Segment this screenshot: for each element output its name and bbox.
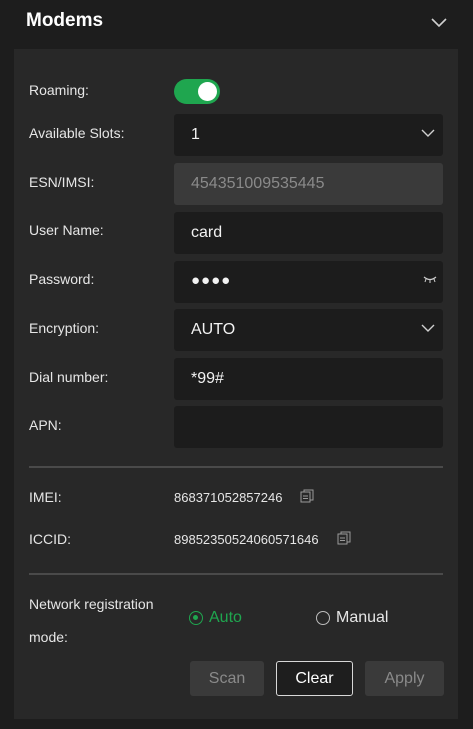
password-label: Password: <box>29 271 95 287</box>
apply-button[interactable]: Apply <box>365 661 444 696</box>
esn-field: 454351009535445 <box>174 163 443 205</box>
password-input[interactable]: ●●●● <box>174 261 443 303</box>
dial-label: Dial number: <box>29 369 109 385</box>
copy-icon[interactable] <box>337 531 351 545</box>
slots-label: Available Slots: <box>29 125 125 141</box>
radio-manual-circle <box>316 611 330 625</box>
clear-button[interactable]: Clear <box>276 661 353 696</box>
chevron-down-icon <box>421 324 435 332</box>
username-input[interactable]: card <box>174 212 443 254</box>
dial-value: *99# <box>191 370 224 387</box>
modems-panel: Modems Roaming: Available Slots: 1 ESN/I… <box>0 0 473 729</box>
dial-input[interactable]: *99# <box>174 358 443 400</box>
slots-select[interactable]: 1 <box>174 114 443 156</box>
registration-label-line1: Network registration <box>29 596 154 612</box>
radio-manual[interactable]: Manual <box>316 609 388 627</box>
encryption-value: AUTO <box>191 321 236 338</box>
apn-input[interactable] <box>174 406 443 448</box>
username-label: User Name: <box>29 222 104 238</box>
iccid-value: 89852350524060571646 <box>174 532 319 547</box>
section-title: Modems <box>26 10 104 31</box>
encryption-select[interactable]: AUTO <box>174 309 443 351</box>
encryption-label: Encryption: <box>29 320 100 336</box>
registration-label-line2: mode: <box>29 629 68 645</box>
password-value: ●●●● <box>191 272 232 289</box>
toggle-knob <box>198 82 217 101</box>
roaming-label: Roaming: <box>29 82 89 98</box>
slots-value: 1 <box>191 126 200 143</box>
imei-label: IMEI: <box>29 489 62 505</box>
esn-value: 454351009535445 <box>191 175 325 192</box>
chevron-down-icon <box>421 129 435 137</box>
copy-icon[interactable] <box>300 489 314 503</box>
iccid-label: ICCID: <box>29 531 71 547</box>
eye-closed-icon[interactable] <box>423 274 437 284</box>
username-value: card <box>191 224 223 241</box>
radio-auto-label: Auto <box>209 609 242 626</box>
apn-label: APN: <box>29 417 62 433</box>
divider <box>29 466 443 468</box>
chevron-down-icon[interactable] <box>430 15 448 29</box>
radio-manual-label: Manual <box>336 609 389 626</box>
roaming-toggle[interactable] <box>174 79 220 104</box>
esn-label: ESN/IMSI: <box>29 174 95 190</box>
radio-auto-circle <box>189 611 203 625</box>
section-header[interactable]: Modems <box>0 0 473 46</box>
divider <box>29 573 443 575</box>
scan-button[interactable]: Scan <box>190 661 264 696</box>
imei-value: 868371052857246 <box>174 490 283 505</box>
radio-auto[interactable]: Auto <box>189 609 242 627</box>
